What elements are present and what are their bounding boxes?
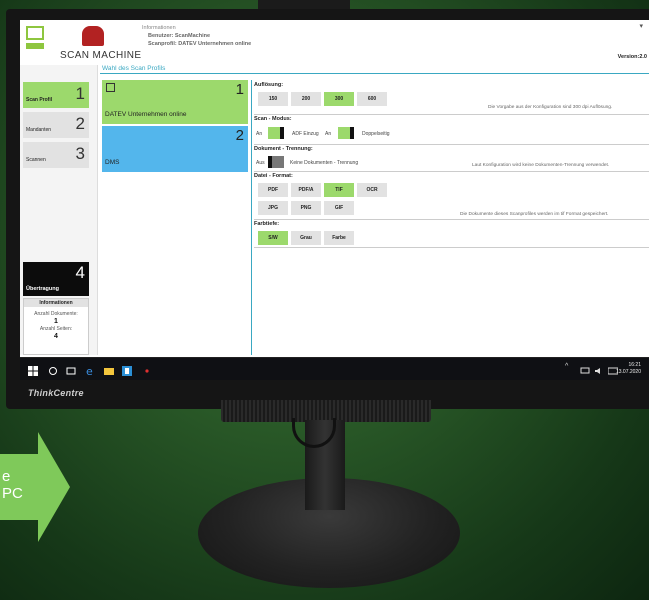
format-pdfa[interactable]: PDF/A <box>291 183 321 197</box>
duplex-label: Doppelseitig <box>362 131 390 137</box>
resolution-note: Die Vorgabe aus der Konfiguration sind 3… <box>488 105 613 110</box>
monitor-logo-icon <box>26 26 44 40</box>
monitor: SCAN MACHINE Informationen Benutzer: Sca… <box>6 9 649 409</box>
profile-tile-dms[interactable]: 2 DMS <box>102 126 248 172</box>
separation-state: Aus <box>256 160 265 166</box>
search-icon[interactable] <box>48 363 58 375</box>
format-note: Die Dokumente dieses Scanprofiles werden… <box>460 212 609 217</box>
format-ocr[interactable]: OCR <box>357 183 387 197</box>
file-explorer-icon[interactable] <box>104 363 114 375</box>
task-view-icon[interactable] <box>66 363 76 375</box>
format-options-row2: JPG PNG GIF <box>258 201 354 215</box>
separation-option-label: Keine Dokumenten - Trennung <box>290 160 359 166</box>
duplex-toggle[interactable] <box>338 127 354 139</box>
scanmachine-app-icon[interactable] <box>122 363 132 376</box>
transfer-button[interactable]: Übertragung 4 <box>23 262 89 296</box>
format-label: Datei - Format: <box>254 173 293 179</box>
resolution-options: 150 200 300 600 <box>258 92 387 106</box>
scan-mode-label: Scan - Modus: <box>254 116 292 122</box>
volume-icon[interactable] <box>594 363 604 374</box>
profile-line: Scanprofil: DATEV Unternehmen online <box>148 41 252 47</box>
taskbar: e ^ 16:21 13.07.2020 <box>20 357 649 380</box>
docs-label: Anzahl Dokumente: <box>34 311 78 317</box>
format-options-row1: PDF PDF/A TIF OCR <box>258 183 387 197</box>
scanner-logo-icon <box>82 26 104 46</box>
format-pdf[interactable]: PDF <box>258 183 288 197</box>
resolution-label: Auflösung: <box>254 82 284 88</box>
header-info: Informationen Benutzer: ScanMachine Scan… <box>142 24 251 48</box>
color-options: S/W Grau Farbe <box>258 231 354 245</box>
clock-time: 16:21 <box>628 362 641 368</box>
color-gray[interactable]: Grau <box>291 231 321 245</box>
network-icon[interactable] <box>580 363 590 374</box>
arrow-text-2: PC <box>2 485 23 502</box>
separation-label: Dokument - Trennung: <box>254 146 313 152</box>
promo-arrow: e PC <box>0 432 70 542</box>
pages-value: 4 <box>54 333 58 340</box>
docs-value: 1 <box>54 318 58 325</box>
taskbar-clock[interactable]: 16:21 13.07.2020 <box>616 362 641 376</box>
svg-text:e: e <box>86 366 93 376</box>
info-panel-title: Informationen <box>24 299 88 307</box>
arrow-text-1: e <box>2 468 11 485</box>
version-label: Version:2.0 <box>617 54 647 60</box>
pages-label: Anzahl Seiten: <box>39 326 73 332</box>
app-title: SCAN MACHINE <box>60 50 142 61</box>
edge-browser-icon[interactable]: e <box>86 363 96 378</box>
info-title: Informationen <box>142 25 176 31</box>
separation-toggle[interactable] <box>268 156 284 168</box>
adf-toggle[interactable] <box>268 127 284 139</box>
format-tif[interactable]: TIF <box>324 183 354 197</box>
clock-date: 13.07.2020 <box>615 369 641 375</box>
format-png[interactable]: PNG <box>291 201 321 215</box>
panel-divider <box>251 80 252 355</box>
resolution-300[interactable]: 300 <box>324 92 354 106</box>
screen: SCAN MACHINE Informationen Benutzer: Sca… <box>20 20 649 380</box>
header-divider <box>100 73 649 74</box>
adf-state: An <box>256 131 263 137</box>
checkbox-icon <box>106 83 115 92</box>
red-app-icon[interactable] <box>142 363 152 373</box>
format-jpg[interactable]: JPG <box>258 201 288 215</box>
thinkcentre-logo: ThinkCentre <box>28 388 84 398</box>
format-gif[interactable]: GIF <box>324 201 354 215</box>
sidebar-item-scannen[interactable]: Scannen 3 <box>23 142 89 168</box>
color-label: Farbtiefe: <box>254 221 280 227</box>
color-color[interactable]: Farbe <box>324 231 354 245</box>
profile-tile-datev[interactable]: 1 DATEV Unternehmen online <box>102 80 248 124</box>
color-bw[interactable]: S/W <box>258 231 288 245</box>
resolution-600[interactable]: 600 <box>357 92 387 106</box>
sidebar-item-mandanten[interactable]: Mandanten 2 <box>23 112 89 138</box>
resolution-150[interactable]: 150 <box>258 92 288 106</box>
info-panel: Informationen Anzahl Dokumente: 1 Anzahl… <box>23 298 89 355</box>
sidebar: Scan Profil 1 Mandanten 2 Scannen 3 Über… <box>20 65 98 355</box>
adf-label: ADF Einzug <box>292 131 319 137</box>
page-title: Wahl des Scan Profils <box>102 65 166 72</box>
resolution-200[interactable]: 200 <box>291 92 321 106</box>
menu-icon[interactable]: ▾ <box>639 22 643 30</box>
windows-start-icon[interactable] <box>28 363 38 376</box>
app-header: SCAN MACHINE Informationen Benutzer: Sca… <box>20 20 649 65</box>
user-line: Benutzer: ScanMachine <box>148 33 211 39</box>
duplex-state: An <box>325 131 332 137</box>
tray-chevron-icon[interactable]: ^ <box>565 363 575 373</box>
separation-note: Laut Konfiguration wird keine Dokumenten… <box>472 163 610 168</box>
sidebar-item-scan-profil[interactable]: Scan Profil 1 <box>23 82 89 108</box>
